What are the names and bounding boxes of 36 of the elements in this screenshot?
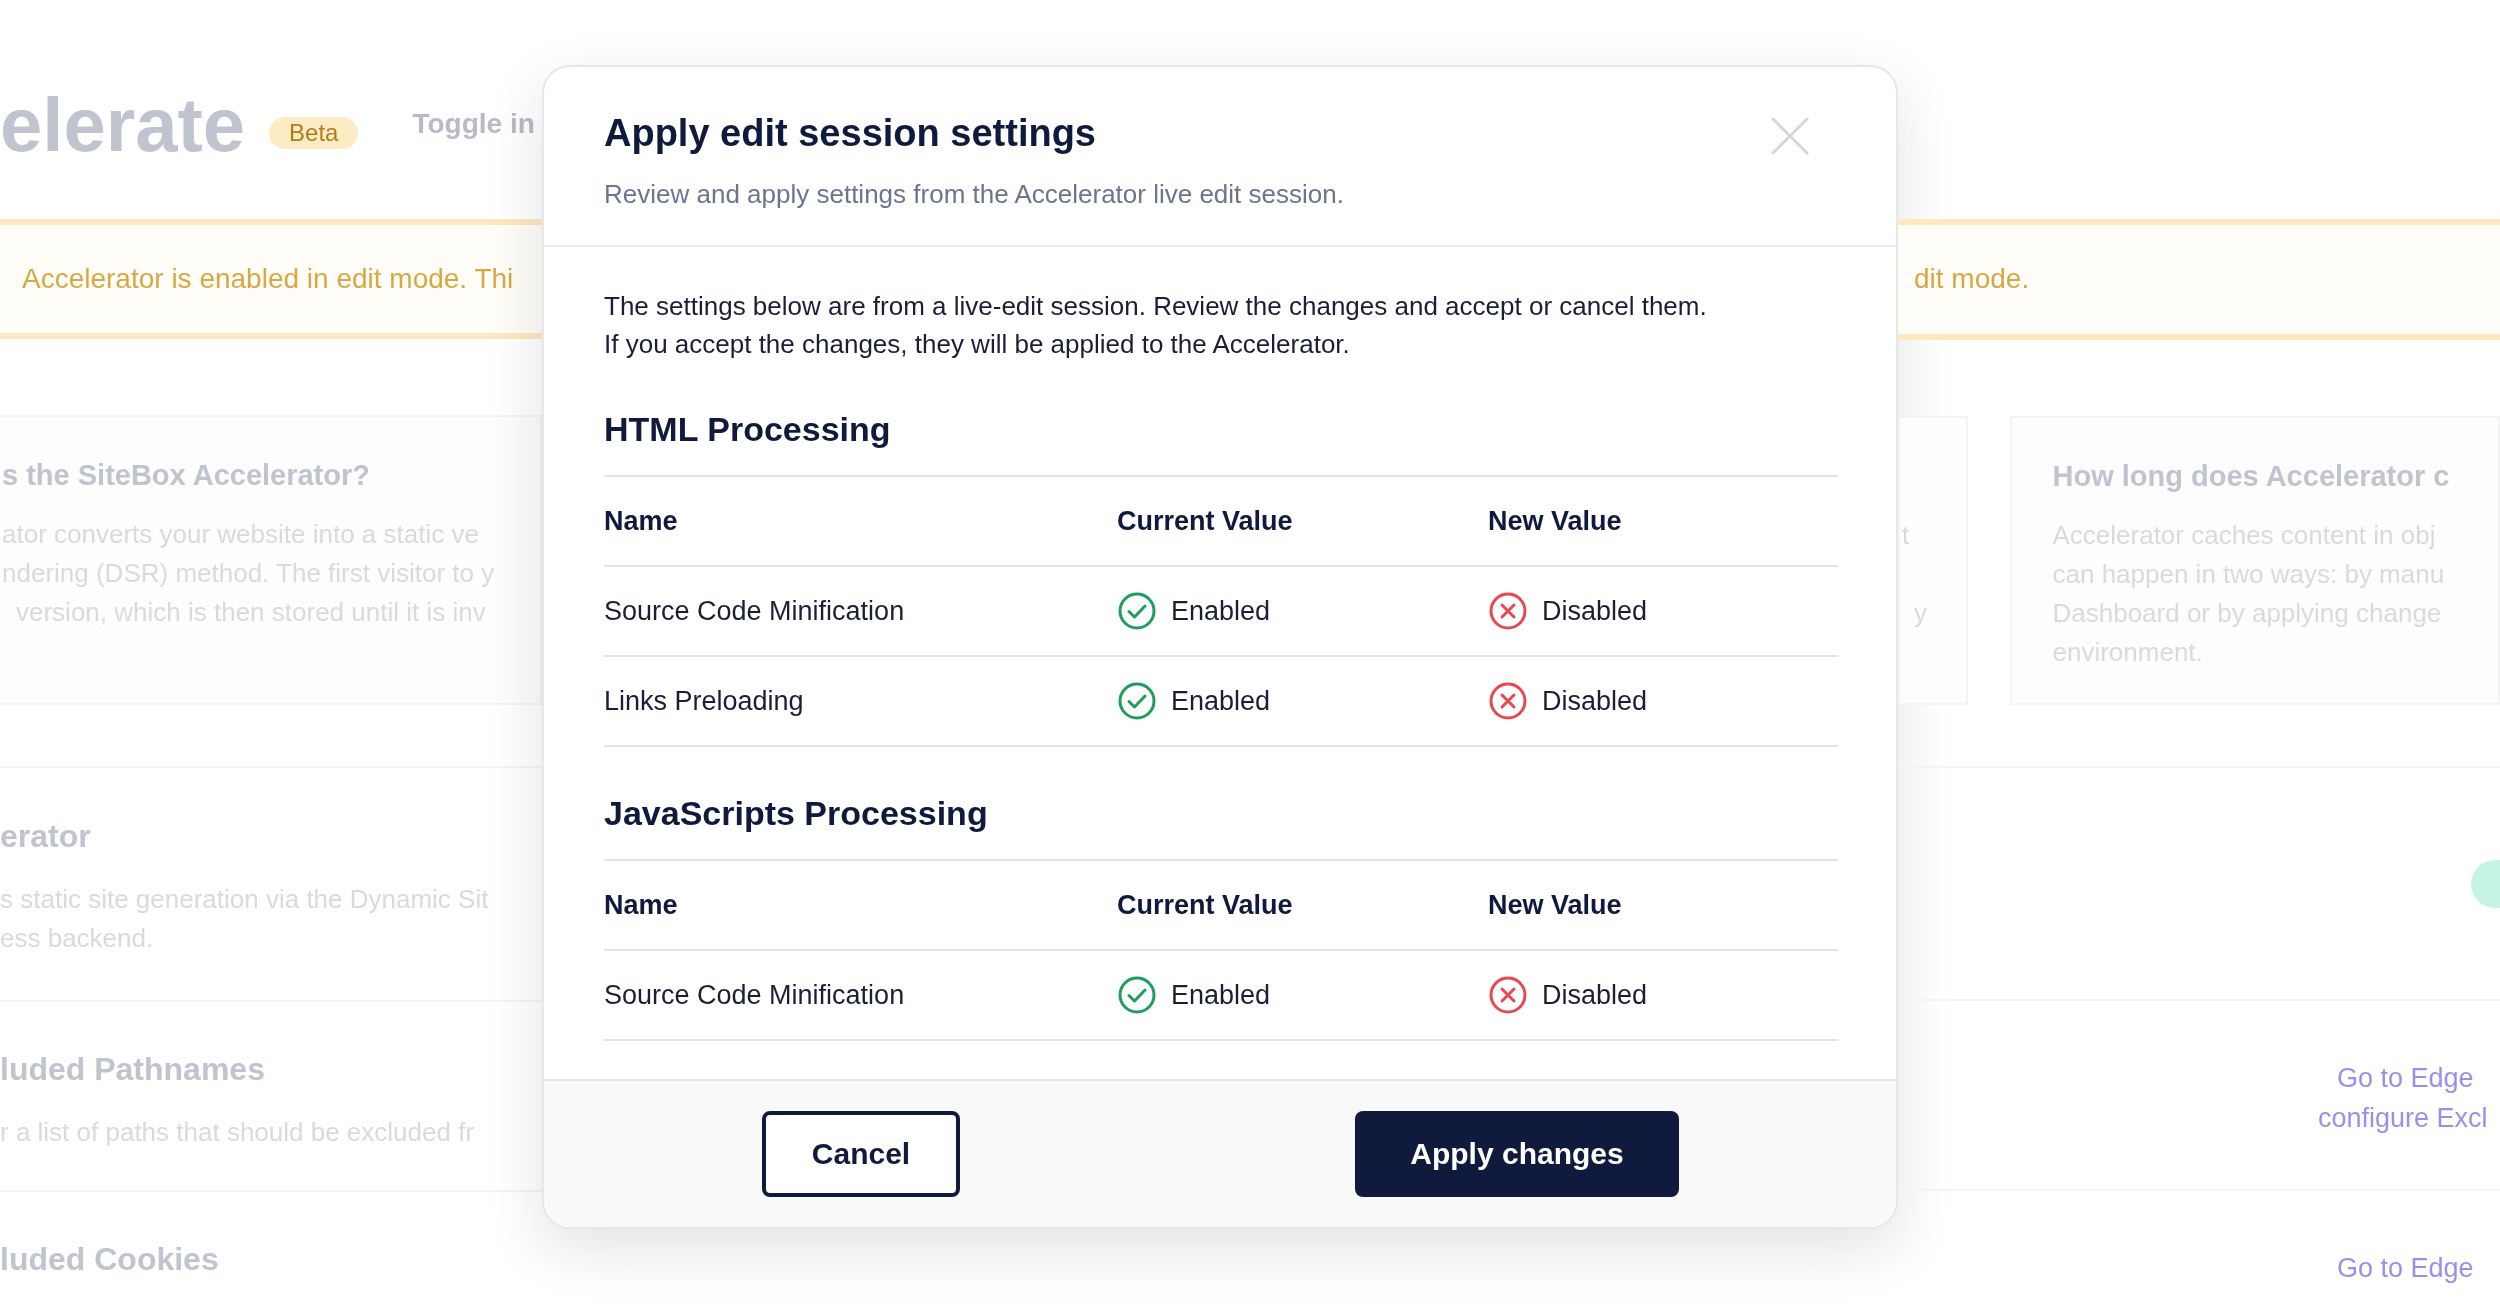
setting-value: Enabled bbox=[1171, 685, 1271, 717]
banner-text: dit mode. bbox=[1913, 263, 2030, 296]
column-header: Current Value bbox=[1117, 505, 1293, 537]
card-title: s the SiteBox Accelerator? bbox=[2, 459, 370, 492]
column-header: New Value bbox=[1488, 505, 1622, 537]
close-icon[interactable] bbox=[1770, 116, 1810, 156]
section-title: luded Pathnames bbox=[0, 1049, 266, 1089]
group-title: JavaScripts Processing bbox=[604, 793, 989, 834]
beta-badge: Beta bbox=[269, 117, 359, 150]
dialog-intro: The settings below are from a live-edit session. Review the changes and accept or cancel them. If you accept the changes, they will be applied to the Accelerator. bbox=[604, 290, 1708, 361]
banner-text: Accelerator is enabled in edit mode. Thi bbox=[21, 263, 514, 296]
column-header: Current Value bbox=[1117, 889, 1293, 921]
setting-value: Disabled bbox=[1542, 685, 1648, 717]
column-header: New Value bbox=[1488, 889, 1622, 921]
cancel-button[interactable]: Cancel bbox=[762, 1111, 960, 1197]
setting-name: Source Code Minification bbox=[604, 595, 905, 627]
edge-link[interactable]: configure Excl bbox=[2318, 1098, 2500, 1139]
setting-name: Source Code Minification bbox=[604, 979, 905, 1011]
column-header: Name bbox=[604, 889, 678, 921]
dialog-title: Apply edit session settings bbox=[604, 111, 1097, 156]
setting-value: Enabled bbox=[1171, 595, 1271, 627]
card-title: How long does Accelerator c bbox=[2052, 459, 2450, 492]
edge-link[interactable]: Go to Edge bbox=[2337, 1058, 2500, 1099]
dialog-subtitle: Review and apply settings from the Accelerator live edit session. bbox=[604, 178, 1344, 211]
page-title: elerate bbox=[0, 80, 246, 168]
section-title: luded Cookies bbox=[0, 1239, 220, 1279]
toggle-info-link[interactable]: Toggle in bbox=[412, 108, 535, 141]
section-title: erator bbox=[0, 816, 92, 856]
edge-link[interactable]: Go to Edge bbox=[2337, 1248, 2500, 1289]
setting-value: Disabled bbox=[1542, 979, 1648, 1011]
apply-button[interactable]: Apply changes bbox=[1355, 1111, 1679, 1197]
setting-value: Enabled bbox=[1171, 979, 1271, 1011]
setting-value: Disabled bbox=[1542, 595, 1648, 627]
group-title: HTML Processing bbox=[604, 409, 892, 450]
column-header: Name bbox=[604, 505, 678, 537]
setting-name: Links Preloading bbox=[604, 685, 804, 717]
